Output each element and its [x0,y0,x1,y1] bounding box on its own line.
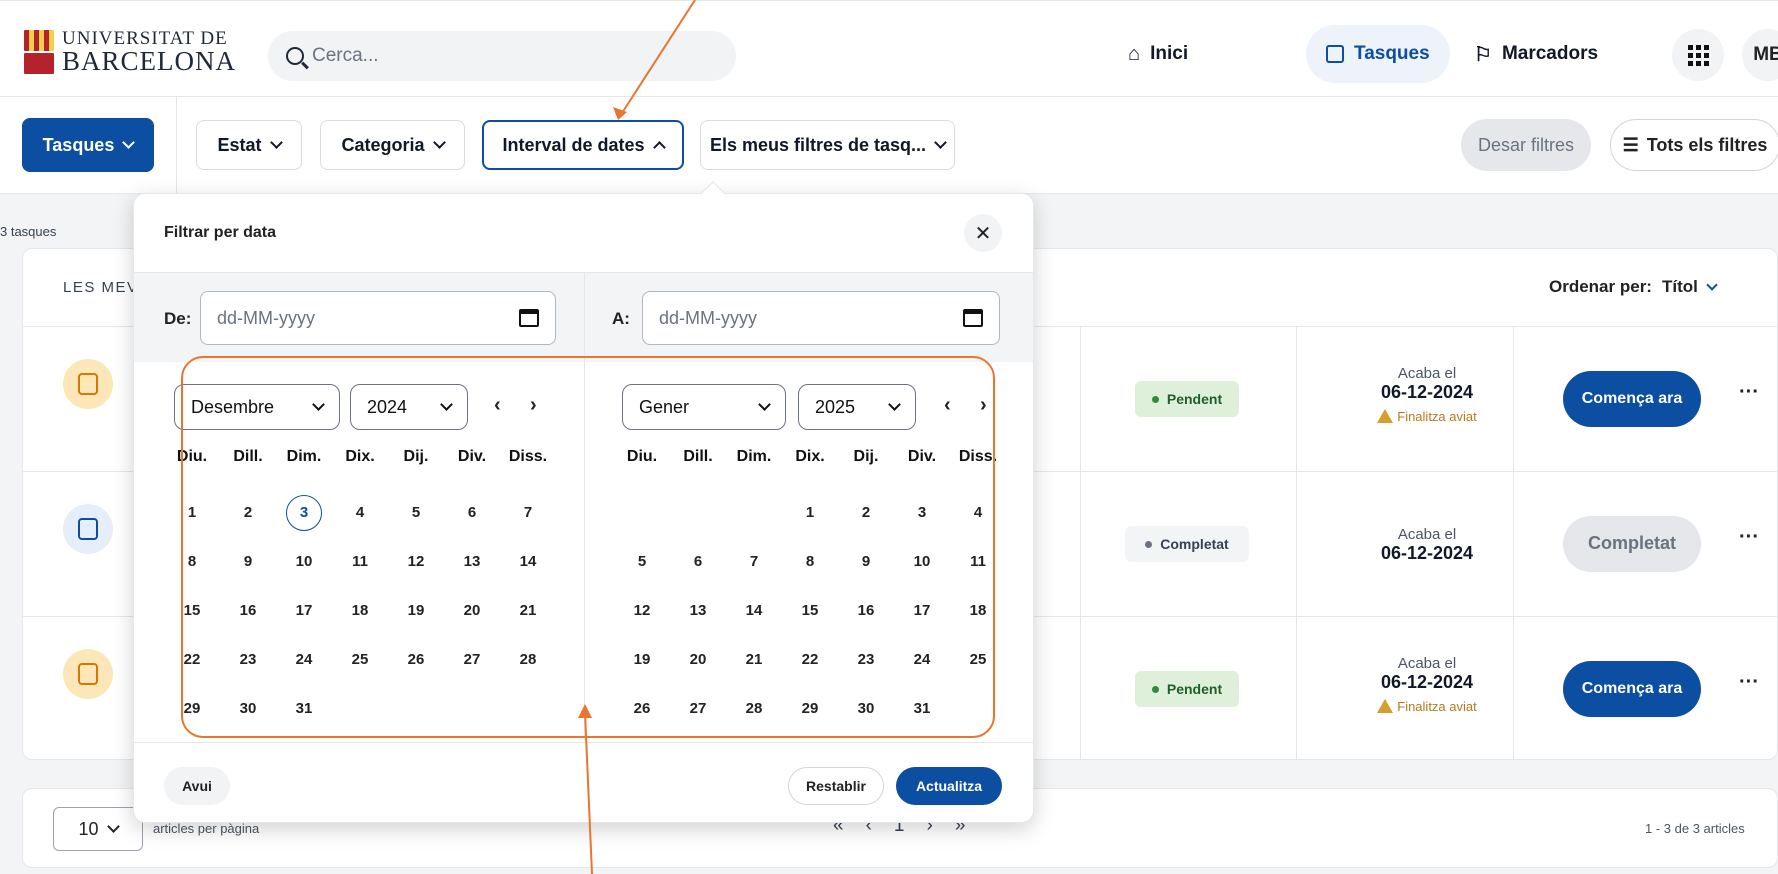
due-label: Acaba el [1397,655,1457,672]
to-date-placeholder: dd-MM-yyyy [659,307,757,328]
nav-tasques[interactable]: Tasques [1306,25,1450,83]
chevron-down-icon [269,136,283,149]
sliders-icon: ☰ [1622,134,1639,155]
task-icon [63,359,113,409]
task-count: 3 tasques [0,224,57,239]
chevron-down-icon [934,136,947,149]
warning-icon [1377,409,1394,423]
grid-icon [1687,44,1709,66]
per-page-select[interactable]: 10 [53,807,143,851]
more-options-icon[interactable]: ··· [1739,671,1759,694]
sort-label: Ordenar per: [1549,277,1652,296]
from-date-placeholder: dd-MM-yyyy [217,307,315,328]
warning-icon [1377,699,1394,713]
apps-grid-button[interactable] [1672,29,1724,81]
today-button[interactable]: Avui [164,767,230,805]
filter-my-filters-label: Els meus filtres de tasq... [709,134,927,155]
nav-tasques-label: Tasques [1354,43,1430,64]
save-filters-button[interactable]: Desar filtres [1461,119,1591,171]
logo-bottom-text: BARCELONA [62,46,237,76]
home-icon: ⌂ [1128,42,1141,65]
update-button[interactable]: Actualitza [896,767,1002,805]
popover-title: Filtrar per data [164,224,277,241]
crest-icon [24,30,54,74]
bookmark-icon: ⚐ [1474,43,1492,66]
chevron-down-icon [106,820,120,833]
chevron-down-icon [122,136,136,149]
top-header: UNIVERSITAT DE BARCELONA Cerca... ⌂ Inic… [0,0,1778,97]
reset-button[interactable]: Restablir [788,767,884,805]
due-info: Acaba el 06-12-2024 Finalitza aviat [1319,365,1535,424]
from-date-field[interactable]: dd-MM-yyyy [200,291,556,345]
to-label: A: [612,309,630,328]
tasques-dropdown-label: Tasques [42,134,115,155]
divider [176,97,177,193]
task-icon [63,649,113,699]
status-text: Completat [1160,536,1229,552]
due-label: Acaba el [1397,365,1457,382]
results-range: 1 - 3 de 3 articles [1645,821,1745,836]
due-date: 06-12-2024 [1380,382,1474,402]
due-label: Acaba el [1397,526,1457,543]
nav-marcadors[interactable]: ⚐ Marcadors [1454,25,1618,83]
filter-interval-label: Interval de dates [502,134,645,155]
nav-inici-label: Inici [1150,43,1189,64]
filter-categoria[interactable]: Categoria [320,120,465,170]
all-filters-button[interactable]: ☰ Tots els filtres [1610,119,1778,171]
close-icon[interactable]: ✕ [964,214,1002,252]
task-icon [63,504,113,554]
chevron-down-icon [432,136,446,149]
more-options-icon[interactable]: ··· [1739,381,1759,404]
nav-inici[interactable]: ⌂ Inici [1108,25,1208,83]
from-label: De: [164,309,192,328]
due-info: Acaba el 06-12-2024 [1319,526,1535,564]
filter-estat[interactable]: Estat [196,120,302,170]
tasques-dropdown-button[interactable]: Tasques [22,118,154,172]
status-badge: Pendent [1135,381,1239,417]
search-icon [286,47,304,65]
calendar-icon[interactable] [963,309,983,327]
due-warning-text: Finalitza aviat [1397,699,1477,714]
all-filters-label: Tots els filtres [1646,134,1768,155]
due-info: Acaba el 06-12-2024 Finalitza aviat [1319,655,1535,714]
status-text: Pendent [1166,391,1223,407]
list-title: LES MEV [63,279,139,296]
university-logo[interactable]: UNIVERSITAT DE BARCELONA [24,29,236,75]
user-avatar[interactable]: MB [1742,29,1778,81]
chevron-up-icon [652,141,666,154]
calendar-icon[interactable] [519,309,539,327]
search-placeholder: Cerca... [312,45,379,66]
annotation-highlight [181,356,995,738]
search-input[interactable]: Cerca... [268,31,736,81]
chevron-down-icon [1706,278,1718,291]
per-page-value: 10 [78,818,99,839]
filter-estat-label: Estat [217,134,262,155]
filter-my-filters[interactable]: Els meus filtres de tasq... [700,120,955,170]
start-now-button[interactable]: Comença ara [1563,661,1701,717]
filter-categoria-label: Categoria [341,134,425,155]
popover-footer: Avui Restablir Actualitza [134,742,1033,824]
sort-value: Títol [1661,277,1698,296]
filter-interval-dates[interactable]: Interval de dates [482,120,684,170]
more-options-icon[interactable]: ··· [1739,526,1759,549]
status-text: Pendent [1166,681,1223,697]
due-date: 06-12-2024 [1380,543,1474,563]
status-badge: Pendent [1135,671,1239,707]
nav-marcadors-label: Marcadors [1501,43,1599,64]
due-warning: Finalitza aviat [1319,409,1535,424]
start-now-button[interactable]: Comença ara [1563,371,1701,427]
to-date-field[interactable]: dd-MM-yyyy [642,291,1000,345]
completed-button[interactable]: Completat [1563,516,1701,572]
task-icon [1326,45,1344,63]
filter-bar: Tasques Estat Categoria Interval de date… [0,97,1778,194]
page: UNIVERSITAT DE BARCELONA Cerca... ⌂ Inic… [0,0,1778,874]
due-warning-text: Finalitza aviat [1397,409,1477,424]
due-date: 06-12-2024 [1380,672,1474,692]
sort-control[interactable]: Ordenar per: Títol [1549,277,1718,297]
due-warning: Finalitza aviat [1319,699,1535,714]
status-badge: Completat [1125,526,1249,562]
